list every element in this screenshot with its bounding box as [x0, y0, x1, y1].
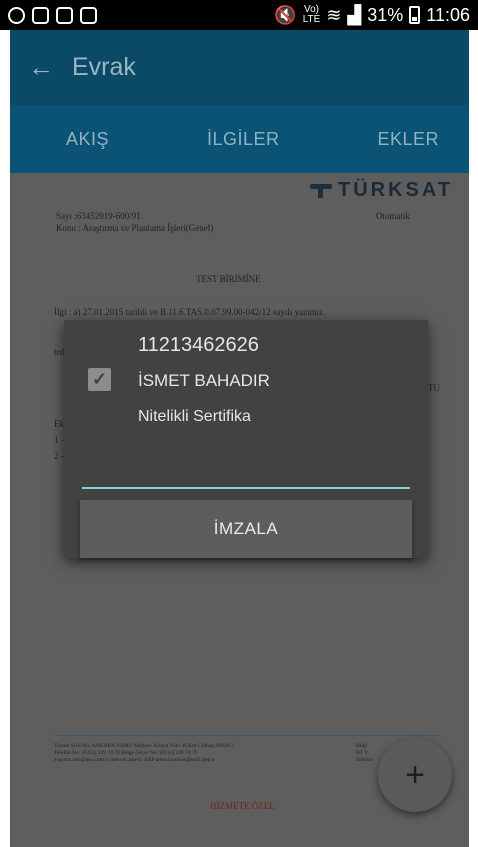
add-button[interactable]: +: [378, 738, 452, 812]
doc-footer-right-2: BT V: [356, 750, 369, 756]
tab-ilgiler[interactable]: İLGİLER: [207, 129, 280, 150]
tab-akis[interactable]: AKIŞ: [66, 129, 109, 150]
doc-recipient: TEST BİRİMİNE: [196, 274, 261, 284]
certificate-checkbox[interactable]: ✓: [88, 368, 111, 391]
doc-sayi: Sayı :63452019-600/91: [56, 211, 141, 221]
doc-footer-right-3: Telefon: [356, 757, 373, 763]
pin-input[interactable]: [82, 445, 410, 489]
whatsapp-icon: [8, 6, 25, 24]
back-arrow-icon[interactable]: ←: [28, 52, 58, 83]
doc-footer-line-3: e-posta: test@test.com.tr internet adres…: [54, 757, 215, 763]
signature-dialog: 11213462626 ✓ İSMET BAHADIR Nitelikli Se…: [64, 320, 428, 558]
mute-icon: 🔇: [274, 4, 297, 25]
doc-fragment-tu: TU: [428, 383, 440, 393]
volte-indicator: Vo) LTE: [303, 5, 321, 25]
instagram-icon: [56, 6, 73, 24]
doc-footer-line-2: Telefon No: (0312) 249 74 70 Belge Geçer…: [54, 750, 198, 756]
certificate-holder-name: İSMET BAHADIR: [138, 371, 270, 390]
doc-footer-right-1: Bilgi: [356, 743, 368, 749]
wifi-icon: ≋: [326, 4, 342, 25]
lte-label: LTE: [302, 14, 321, 25]
clock: 11:06: [426, 4, 470, 25]
instagram-icon-2: [80, 6, 97, 24]
doc-otomatik: Otomatik: [376, 211, 410, 221]
check-icon: ✓: [91, 369, 108, 389]
page-title: Evrak: [72, 53, 136, 81]
app-bar: ← Evrak: [10, 30, 469, 105]
plus-icon: +: [405, 755, 425, 794]
doc-ilgi: İlgi : a) 27.01.2015 tarihli ve B.11.6.T…: [54, 307, 326, 317]
doc-konu: Konu : Araştırma ve Planlama İşleri(Gene…: [56, 223, 214, 233]
doc-fragment-1: 1 -: [54, 435, 64, 445]
battery-icon: [409, 6, 421, 24]
notification-icons: [8, 6, 97, 24]
doc-fragment-trd: trd: [54, 347, 64, 357]
tab-bar: AKIŞ İLGİLER EKLER: [10, 105, 469, 173]
gallery-icon: [32, 6, 49, 24]
footer-divider: [54, 735, 440, 736]
doc-fragment-ek: Ek: [54, 419, 64, 429]
turksat-logo-icon: [310, 183, 332, 198]
signal-icon: ▟: [347, 4, 362, 25]
certificate-id: 11213462626: [138, 334, 259, 356]
doc-footer-line-1: Ticaret Sicil No: ANKARA 192881 Merkez: …: [54, 743, 234, 749]
sign-button[interactable]: İMZALA: [80, 500, 412, 558]
tab-ekler[interactable]: EKLER: [377, 129, 439, 150]
doc-classification: HİZMETE ÖZEL: [210, 801, 275, 811]
certificate-type: Nitelikli Sertifika: [138, 408, 251, 425]
turksat-logo: TÜRKSAT: [310, 179, 453, 202]
doc-fragment-2: 2 -: [54, 451, 64, 461]
battery-percent: 31%: [367, 4, 404, 25]
system-icons: 🔇 Vo) LTE ≋ ▟ 31% 11:06: [274, 5, 470, 26]
status-bar: 🔇 Vo) LTE ≋ ▟ 31% 11:06: [0, 0, 478, 30]
turksat-logo-text: TÜRKSAT: [338, 179, 454, 201]
